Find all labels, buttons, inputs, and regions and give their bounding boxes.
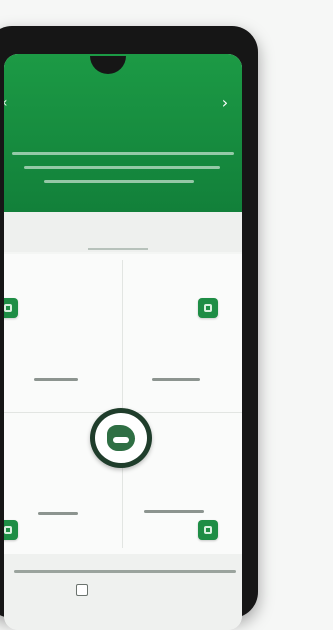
consent-checkbox[interactable] bbox=[76, 584, 88, 596]
cell-label[interactable] bbox=[38, 512, 78, 515]
app-icon[interactable] bbox=[4, 520, 18, 540]
cell-label[interactable] bbox=[152, 378, 200, 381]
app-icon[interactable] bbox=[198, 298, 218, 318]
app-screen: ‹ › bbox=[4, 54, 242, 630]
header-description-line bbox=[44, 180, 194, 183]
emblem-detail bbox=[113, 437, 129, 443]
footer bbox=[4, 554, 242, 630]
service-grid bbox=[4, 254, 242, 554]
cell-label[interactable] bbox=[144, 510, 204, 513]
cell-label[interactable] bbox=[34, 378, 78, 381]
chevron-left-icon[interactable]: ‹ bbox=[4, 96, 8, 110]
header-description-line bbox=[12, 152, 234, 155]
phone-frame: ‹ › bbox=[0, 26, 258, 630]
emblem-logo bbox=[90, 408, 152, 468]
app-icon[interactable] bbox=[198, 520, 218, 540]
tab-bar bbox=[4, 212, 242, 252]
grid-divider bbox=[122, 260, 123, 548]
header-description-line bbox=[24, 166, 220, 169]
active-tab-indicator bbox=[88, 248, 148, 250]
app-header: ‹ › bbox=[4, 54, 242, 212]
app-icon[interactable] bbox=[4, 298, 18, 318]
footer-note bbox=[14, 570, 236, 573]
chevron-right-icon[interactable]: › bbox=[218, 95, 232, 111]
